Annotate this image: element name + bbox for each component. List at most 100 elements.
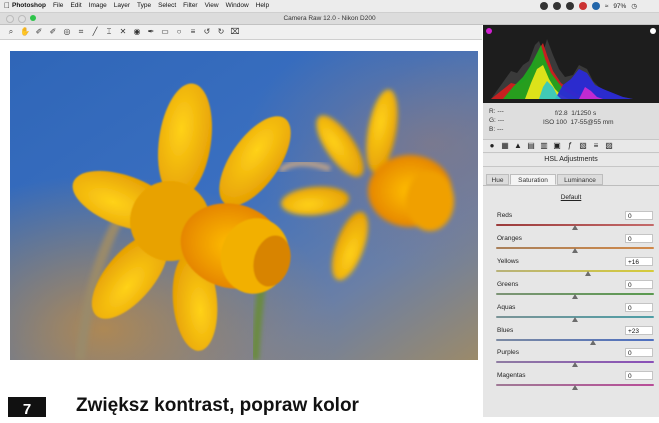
slider-thumb[interactable] xyxy=(590,339,597,345)
tray-app-icon[interactable] xyxy=(578,2,587,10)
lens-value: 17-55@55 mm xyxy=(570,119,614,126)
adjustment-brush-icon[interactable]: ✒ xyxy=(146,27,156,37)
tone-curve-icon[interactable]: ▦ xyxy=(500,141,510,151)
tool-bar: ⌕ ✋ ✐ ✐ ◎ ⌗ ╱ ⌶ ✕ ◉ ✒ ▭ ○ ≡ ↺ ↻ ⌧ xyxy=(0,25,482,40)
slider-value-field[interactable]: 0 xyxy=(625,348,653,358)
slider-track[interactable] xyxy=(496,269,654,272)
apple-icon[interactable]:  xyxy=(4,0,10,12)
system-tray: ≈ 97% ◷ xyxy=(539,0,637,12)
slider-value-field[interactable]: 0 xyxy=(625,233,653,243)
step-heading: Zwiększ kontrast, popraw kolor xyxy=(76,395,359,416)
slider-value-field[interactable]: 0 xyxy=(625,279,653,289)
crop-icon[interactable]: ⌗ xyxy=(76,27,86,37)
wifi-icon[interactable]: ≈ xyxy=(605,3,609,10)
color-sampler-icon[interactable]: ✐ xyxy=(48,27,58,37)
detail-icon[interactable]: ▲ xyxy=(513,141,523,151)
r-value: --- xyxy=(497,108,504,115)
red-eye-icon[interactable]: ◉ xyxy=(132,27,142,37)
panel-title: HSL Adjustments xyxy=(483,154,659,167)
menu-item[interactable]: Edit xyxy=(70,0,81,12)
hand-icon[interactable]: ✋ xyxy=(20,27,30,37)
panel-icon-row: ● ▦ ▲ ▤ ▥ ▣ ƒ ▧ ≡ ▨ xyxy=(483,140,659,153)
slider-label: Reds xyxy=(497,212,513,219)
tray-app-icon[interactable] xyxy=(565,2,574,10)
menu-item[interactable]: View xyxy=(205,0,219,12)
tray-app-icon[interactable] xyxy=(591,2,600,10)
tray-app-icon[interactable] xyxy=(552,2,561,10)
menu-item[interactable]: Type xyxy=(137,0,151,12)
menu-item[interactable]: Photoshop xyxy=(12,0,46,12)
snapshots-icon[interactable]: ▨ xyxy=(604,141,614,151)
calibration-icon[interactable]: ▧ xyxy=(578,141,588,151)
slider-thumb[interactable] xyxy=(572,316,578,322)
zoom-icon[interactable]: ⌕ xyxy=(6,27,16,37)
slider-thumb[interactable] xyxy=(572,247,578,253)
tab-hue[interactable]: Hue xyxy=(486,174,509,185)
spot-removal-icon[interactable]: ✕ xyxy=(118,27,128,37)
menu-item[interactable]: Help xyxy=(256,0,269,12)
g-value: --- xyxy=(497,117,505,124)
window-title: Camera Raw 12.0 - Nikon D200 xyxy=(283,15,376,22)
target-adjustment-icon[interactable]: ◎ xyxy=(62,27,72,37)
lens-icon[interactable]: ▣ xyxy=(552,141,562,151)
menu-item[interactable]: Image xyxy=(89,0,107,12)
menu-item[interactable]: File xyxy=(53,0,63,12)
photo-preview[interactable] xyxy=(10,51,478,360)
slider-label: Oranges xyxy=(497,234,522,242)
slider-thumb[interactable] xyxy=(572,293,578,299)
shutter-value: 1/1250 s xyxy=(571,110,597,117)
straighten-icon[interactable]: ╱ xyxy=(90,27,100,37)
default-link[interactable]: Default xyxy=(483,194,659,201)
r-label: R: xyxy=(489,108,496,115)
battery-label[interactable]: 97% xyxy=(613,3,626,10)
preferences-icon[interactable]: ≡ xyxy=(188,27,198,37)
step-number: 7 xyxy=(8,397,46,418)
shadow-clipping-icon xyxy=(486,28,492,34)
g-label: G: xyxy=(489,117,496,124)
clock-icon[interactable]: ◷ xyxy=(631,2,637,10)
slider-label: Yellows xyxy=(497,257,519,265)
slider-thumb[interactable] xyxy=(572,385,578,391)
fx-icon[interactable]: ƒ xyxy=(565,141,575,151)
tab-saturation[interactable]: Saturation xyxy=(510,174,556,185)
slider-label: Purples xyxy=(497,349,520,357)
slider-thumb[interactable] xyxy=(584,270,591,276)
iso-value: ISO 100 xyxy=(543,119,567,126)
image-info: R: --- G: --- B: --- f/2.8 1/1250 s ISO … xyxy=(483,103,659,140)
slider-value-field[interactable]: +23 xyxy=(625,325,653,335)
slider-thumb[interactable] xyxy=(572,362,578,368)
slider-value-field[interactable]: 0 xyxy=(625,211,653,220)
slider-value-field[interactable]: 0 xyxy=(625,371,653,381)
histogram xyxy=(483,25,659,103)
rotate-cw-icon[interactable]: ↻ xyxy=(216,27,226,37)
trash-icon[interactable]: ⌧ xyxy=(230,27,240,37)
slider-label: Greens xyxy=(497,280,519,288)
slider-track[interactable] xyxy=(496,338,654,341)
radial-filter-icon[interactable]: ○ xyxy=(174,27,184,37)
daffodil-photo xyxy=(10,51,478,360)
slider-label: Blues xyxy=(497,326,514,334)
b-value: --- xyxy=(496,126,504,133)
presets-icon[interactable]: ≡ xyxy=(591,141,601,151)
basic-icon[interactable]: ● xyxy=(487,141,497,151)
tray-app-icon[interactable] xyxy=(539,2,548,10)
slider-value-field[interactable]: +16 xyxy=(625,256,653,266)
slider-thumb[interactable] xyxy=(572,225,578,230)
aperture-value: f/2.8 xyxy=(555,110,568,117)
menu-item[interactable]: Select xyxy=(158,0,176,12)
slider-label: Aquas xyxy=(497,303,516,311)
rotate-ccw-icon[interactable]: ↺ xyxy=(202,27,212,37)
menu-item[interactable]: Window xyxy=(226,0,249,12)
split-toning-icon[interactable]: ▥ xyxy=(539,141,549,151)
hsl-icon[interactable]: ▤ xyxy=(526,141,536,151)
menu-item[interactable]: Layer xyxy=(114,0,130,12)
white-balance-icon[interactable]: ✐ xyxy=(34,27,44,37)
window-titlebar: Camera Raw 12.0 - Nikon D200 xyxy=(0,13,659,25)
menu-items: Photoshop File Edit Image Layer Type Select Fil… xyxy=(12,0,269,12)
slider-value-field[interactable]: 0 xyxy=(625,302,653,312)
graduated-filter-icon[interactable]: ▭ xyxy=(160,27,170,37)
menu-item[interactable]: Filter xyxy=(183,0,197,12)
slider-label: Magentas xyxy=(497,372,526,380)
tab-luminance[interactable]: Luminance xyxy=(557,174,603,185)
transform-icon[interactable]: ⌶ xyxy=(104,27,114,37)
